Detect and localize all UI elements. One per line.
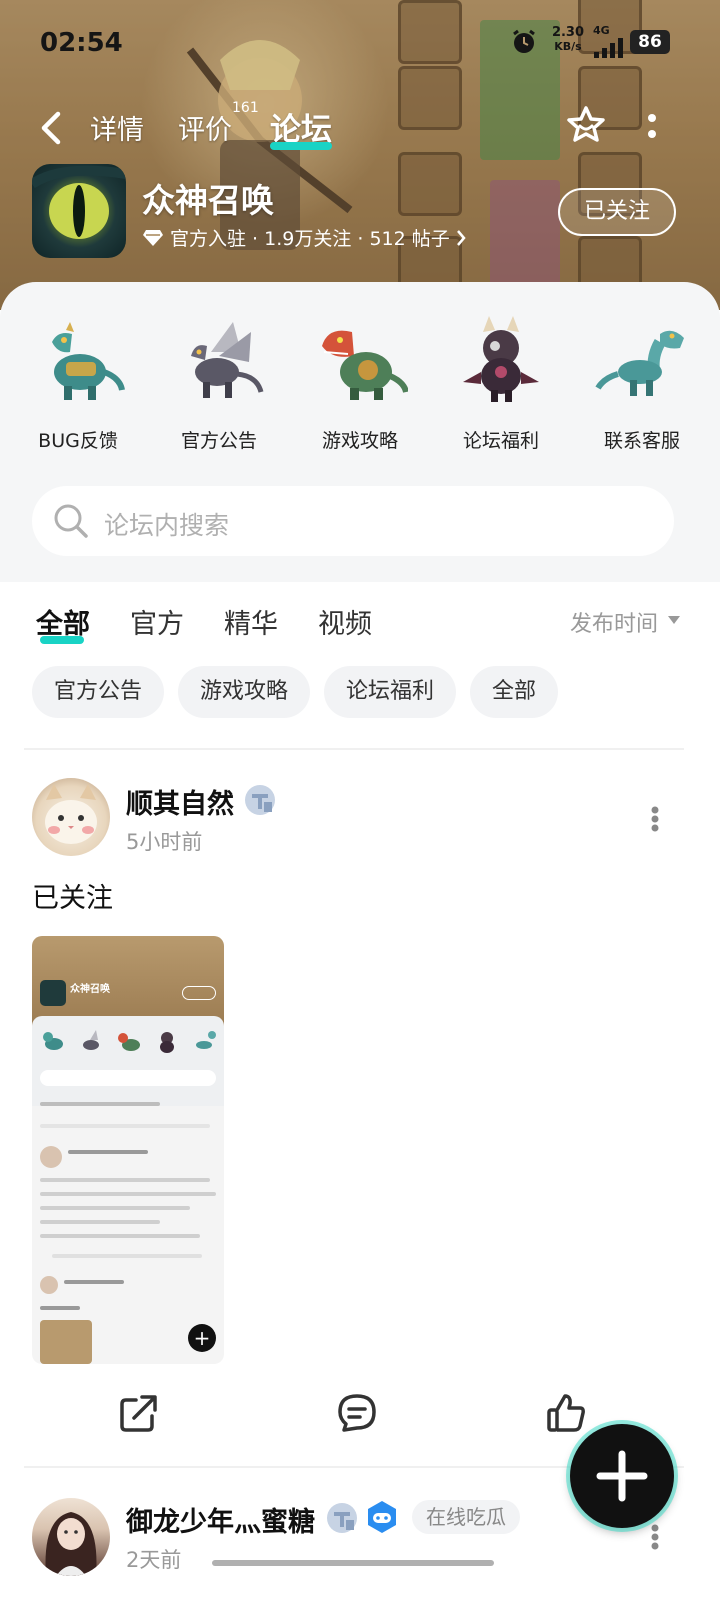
level-badge-icon [245,785,275,815]
top-navigation: 详情 评价 161 论坛 [0,100,720,160]
post-filter-bar: 全部 官方 精华 视频 发布时间 [0,600,720,660]
filter-tab-video[interactable]: 视频 [318,602,372,641]
share-icon[interactable] [118,1392,160,1434]
dark-horned-creature-icon [463,316,539,402]
post-time: 2天前 [126,1548,182,1572]
active-tab-indicator [270,142,332,150]
search-placeholder: 论坛内搜索 [104,511,230,540]
filter-tab-featured[interactable]: 精华 [224,602,278,641]
winged-dragon-icon [191,322,264,398]
like-icon[interactable] [546,1392,588,1434]
blue-dino-icon [595,330,684,396]
post-more-icon[interactable] [651,806,659,832]
chip-game-guide[interactable]: 游戏攻略 [178,666,311,718]
avatar[interactable] [32,1498,110,1576]
shortcut-forum-benefits[interactable]: 论坛福利 [431,312,571,453]
game-meta[interactable]: 官方入驻 · 1.9万关注 · 512 帖子 [142,224,466,251]
category-chips: 官方公告 游戏攻略 论坛福利 全部 [32,666,559,718]
plus-icon [596,1450,648,1502]
chip-all[interactable]: 全部 [470,666,559,718]
post-author[interactable]: 御龙少年灬蜜糖 [126,1500,315,1539]
game-title: 众神召唤 [142,181,274,220]
section-divider [24,748,684,750]
shortcut-label: 游戏攻略 [321,430,398,452]
shortcut-row: BUG反馈 官方公告 游戏攻略 论坛福利 联系客服 [8,312,712,453]
network-speed: 2.30 KB/s [551,25,585,54]
forum-shortcut-panel: BUG反馈 官方公告 游戏攻略 论坛福利 联系客服 论坛内搜索 [0,282,720,582]
gamer-badge-icon [368,1501,396,1533]
clock: 02:54 [40,28,123,58]
shortcut-game-guide[interactable]: 游戏攻略 [290,312,430,453]
avatar[interactable] [32,778,110,856]
search-icon [54,504,88,538]
shortcut-label: 论坛福利 [462,430,539,452]
filter-active-indicator [40,636,84,644]
shortcut-official-notice[interactable]: 官方公告 [149,312,289,453]
shortcut-label: BUG反馈 [38,430,118,452]
shortcut-label: 联系客服 [603,430,680,452]
thumbnail-game-title: 众神召唤 [70,984,110,995]
shortcut-label: 官方公告 [180,430,257,452]
thumbnail-plus-icon: + [188,1324,216,1352]
comment-icon[interactable] [336,1392,378,1434]
caret-down-icon [668,616,680,624]
alarm-icon [513,29,535,53]
review-count-badge: 161 [232,100,259,116]
status-bar: 02:54 2.30 KB/s 4G 86 [0,24,720,64]
game-icon[interactable] [32,164,126,258]
teal-armored-dino-icon [52,322,125,400]
back-arrow-icon[interactable] [36,110,66,146]
network-type: 4G [593,24,610,37]
tab-reviews[interactable]: 评价 [178,108,232,147]
chip-forum-benefits[interactable]: 论坛福利 [324,666,457,718]
chip-official-notice[interactable]: 官方公告 [32,666,165,718]
new-post-button[interactable] [570,1424,674,1528]
diamond-icon [143,229,163,246]
post-card[interactable]: 顺其自然 5小时前 已关注 众神召唤 + [0,776,720,1466]
favorite-star-icon[interactable] [566,104,606,144]
game-info: 众神召唤 官方入驻 · 1.9万关注 · 512 帖子 已关注 [32,164,692,264]
post-image-screenshot[interactable]: 众神召唤 + [32,936,224,1364]
chevron-right-icon [456,229,466,246]
post-content: 已关注 [32,883,113,914]
signal-icon [594,38,623,58]
shortcut-bug-report[interactable]: BUG反馈 [8,312,148,453]
filter-tab-official[interactable]: 官方 [130,602,184,641]
shortcut-contact-support[interactable]: 联系客服 [572,312,712,453]
user-tag: 在线吃瓜 [412,1500,520,1534]
level-badge-icon [327,1503,357,1533]
follow-button[interactable]: 已关注 [558,188,676,236]
red-dino-icon [322,330,408,400]
game-meta-text: 官方入驻 · 1.9万关注 · 512 帖子 [170,228,450,250]
post-time: 5小时前 [126,830,203,854]
post-more-icon[interactable] [651,1524,659,1550]
post-author[interactable]: 顺其自然 [126,782,234,821]
tab-details[interactable]: 详情 [90,108,144,147]
forum-search-bar[interactable]: 论坛内搜索 [32,486,674,556]
home-indicator[interactable] [212,1560,494,1566]
more-options-icon[interactable] [646,112,658,142]
sort-dropdown[interactable]: 发布时间 [570,606,658,638]
battery-indicator: 86 [630,30,670,54]
